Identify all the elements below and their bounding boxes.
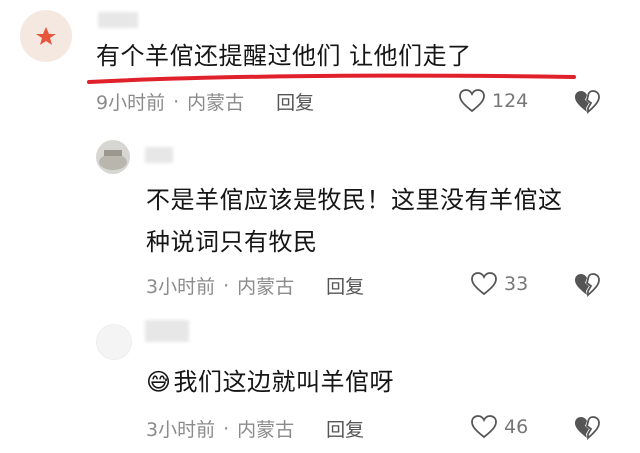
red-underline bbox=[87, 73, 576, 84]
timestamp: 9小时前 bbox=[96, 92, 166, 114]
comment-meta: 3小时前 · 内蒙古 回复 bbox=[146, 415, 364, 442]
broken-heart-icon[interactable] bbox=[573, 89, 601, 115]
separator: · bbox=[223, 274, 230, 297]
reply-button[interactable]: 回复 bbox=[326, 415, 364, 442]
comment-text: 😅 我们这边就叫羊倌呀 bbox=[146, 364, 394, 400]
avatar[interactable] bbox=[96, 324, 132, 360]
like-button[interactable]: 124 bbox=[458, 88, 528, 114]
location: 内蒙古 bbox=[237, 276, 295, 298]
comment-text-line2: 种说词只有牧民 bbox=[146, 228, 318, 256]
like-button[interactable]: 33 bbox=[470, 271, 528, 297]
avatar-image bbox=[99, 150, 127, 170]
comment-text-body: 我们这边就叫羊倌呀 bbox=[173, 368, 395, 396]
separator: · bbox=[223, 417, 230, 440]
like-count: 33 bbox=[504, 273, 529, 295]
location: 内蒙古 bbox=[237, 419, 295, 441]
reply-button[interactable]: 回复 bbox=[276, 88, 314, 115]
timestamp: 3小时前 bbox=[146, 419, 216, 441]
like-count: 46 bbox=[504, 416, 529, 438]
location: 内蒙古 bbox=[187, 92, 245, 114]
like-count: 124 bbox=[492, 90, 529, 112]
laughing-sweat-emoji: 😅 bbox=[146, 368, 172, 396]
separator: · bbox=[173, 90, 180, 113]
username-blurred[interactable] bbox=[145, 147, 173, 163]
comment-meta: 9小时前 · 内蒙古 回复 bbox=[96, 88, 314, 115]
comment-text-line1: 不是羊倌应该是牧民！这里没有羊倌这 bbox=[146, 186, 563, 214]
reply-button[interactable]: 回复 bbox=[326, 272, 364, 299]
broken-heart-icon[interactable] bbox=[573, 415, 601, 441]
comment-meta: 3小时前 · 内蒙古 回复 bbox=[146, 272, 364, 299]
broken-heart-icon[interactable] bbox=[573, 272, 601, 298]
username-blurred[interactable] bbox=[98, 12, 138, 28]
comment-text: 有个羊倌还提醒过他们 让他们走了 bbox=[96, 42, 472, 70]
timestamp: 3小时前 bbox=[146, 276, 216, 298]
heart-outline-icon bbox=[471, 272, 497, 296]
heart-outline-icon bbox=[459, 89, 485, 113]
like-button[interactable]: 46 bbox=[470, 414, 528, 440]
avatar[interactable] bbox=[20, 10, 72, 62]
username-blurred[interactable] bbox=[145, 320, 189, 342]
heart-outline-icon bbox=[471, 415, 497, 439]
avatar[interactable] bbox=[96, 140, 130, 174]
star-icon bbox=[36, 27, 56, 45]
